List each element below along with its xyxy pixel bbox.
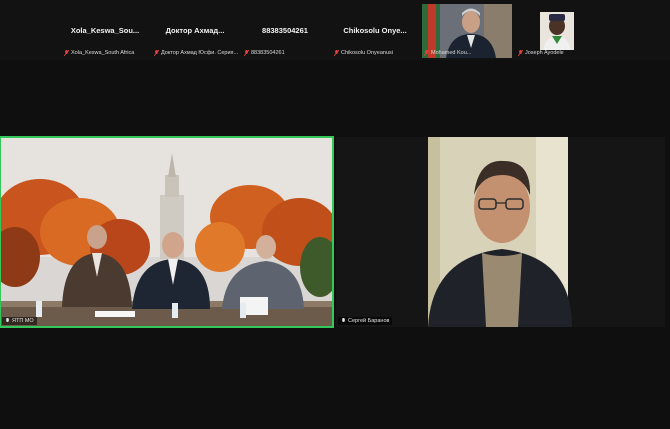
participant-label: Доктор Ахмад Юсфи. Серия...	[154, 50, 238, 56]
participant-label: Joseph Ayodele	[518, 50, 564, 56]
participant-label: Сергей Баранов	[338, 317, 393, 325]
participant-tile[interactable]: 88383504261 88383504261	[242, 4, 328, 58]
mic-muted-icon	[334, 50, 339, 56]
mic-icon	[342, 318, 345, 322]
participant-name: Доктор Ахмад...	[165, 26, 225, 35]
main-video-active-speaker[interactable]: ЯТП МО	[0, 136, 334, 328]
participant-label: 88383504261	[244, 50, 285, 56]
participant-label: Mohamed Kou...	[424, 50, 471, 56]
mic-muted-icon	[64, 50, 69, 56]
video-feed	[0, 137, 333, 327]
participant-label: Chikosolu Onyeanusi	[334, 50, 393, 56]
mic-icon	[6, 318, 9, 322]
participant-name: Xola_Keswa_Sou...	[70, 26, 140, 35]
participant-video-tile[interactable]: Mohamed Kou...	[422, 4, 512, 58]
participant-name: Chikosolu Onye...	[343, 26, 407, 35]
participant-name: 88383504261	[262, 26, 308, 35]
main-video[interactable]: Сергей Баранов	[336, 137, 665, 327]
mic-muted-icon	[154, 50, 159, 56]
participant-tile[interactable]: Доктор Ахмад... Доктор Ахмад Юсфи. Серия…	[152, 4, 238, 58]
participant-tile[interactable]: Xola_Keswa_Sou... Xola_Keswa_South Afric…	[62, 4, 148, 58]
video-feed	[336, 137, 665, 327]
participant-strip: Xola_Keswa_Sou... Xola_Keswa_South Afric…	[0, 0, 670, 60]
mic-muted-icon	[518, 50, 523, 56]
mic-muted-icon	[424, 50, 429, 56]
participant-tile[interactable]: Chikosolu Onye... Chikosolu Onyeanusi	[332, 4, 418, 58]
participant-label: Xola_Keswa_South Africa	[64, 50, 134, 56]
mic-muted-icon	[244, 50, 249, 56]
participant-label: ЯТП МО	[2, 317, 37, 325]
participant-video-tile[interactable]: Joseph Ayodele	[516, 4, 606, 58]
